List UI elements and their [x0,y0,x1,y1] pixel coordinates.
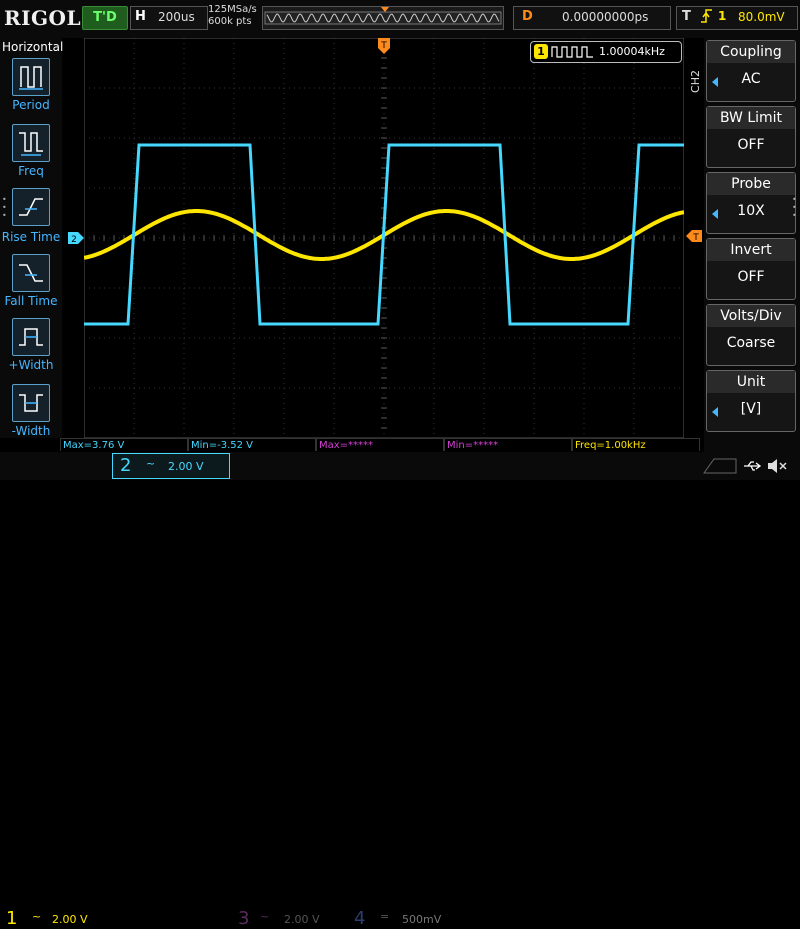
ch4-status[interactable]: 4 = 500mV [348,453,464,929]
ch1-scale: 2.00 V [52,913,88,926]
svg-text:2: 2 [71,235,77,244]
frequency-counter: 1 1.00004kHz [530,41,682,63]
period-button[interactable] [12,58,50,96]
coupling-value: AC [741,71,761,87]
trigger-position-marker[interactable]: T [377,38,391,56]
freq-button[interactable] [12,124,50,162]
timebase-value: 200us [158,10,195,24]
ch3-scale: 2.00 V [284,913,320,926]
delay-label: D [522,9,533,24]
measurement-ch1-freq: Freq=1.00kHz [572,438,700,451]
ch2-waveform [84,143,684,326]
period-label: Period [12,98,50,112]
svg-text:T: T [380,41,387,51]
page-indicator-dots: • • • [2,195,7,220]
counter-channel-badge: 1 [534,44,548,59]
invert-title: Invert [707,239,795,261]
ch1-coupling-icon: ~ [32,910,42,923]
channel-tag: CH2 [689,70,702,93]
counter-value: 1.00004kHz [599,45,665,58]
frequency-icon [19,132,43,156]
fall-time-icon [19,264,43,282]
rise-time-label: Rise Time [1,230,61,244]
right-page-dots: • • • [792,195,797,220]
unit-value: [V] [740,401,762,417]
unit-title: Unit [707,371,795,393]
volts-div-title: Volts/Div [707,305,795,327]
fall-time-button[interactable] [12,254,50,292]
probe-value: 10X [737,203,765,219]
measurement-ch3-max: Max=***** [316,438,444,451]
bw-limit-softkey[interactable]: BW Limit OFF [706,106,796,168]
speaker-muted-icon[interactable] [766,456,788,476]
memory-depth: 600k pts [208,16,252,27]
trigger-level-value: 80.0mV [738,10,785,24]
ch2-coupling-icon: ~ [146,457,156,470]
rising-edge-icon [700,8,714,28]
ch2-scale: 2.00 V [168,460,204,473]
measurement-ch2-max: Max=3.76 V [60,438,188,451]
trigger-label: T [682,9,691,24]
sample-rate: 125MSa/s [208,4,257,15]
trigger-source: 1 [718,9,727,23]
volts-div-softkey[interactable]: Volts/Div Coarse [706,304,796,366]
positive-width-button[interactable] [12,318,50,356]
delay-value: 0.00000000ps [562,10,649,24]
left-menu-title: Horizontal [2,40,64,54]
positive-width-label: +Width [8,358,54,372]
trigger-status-badge: T'D [82,6,128,30]
negative-width-icon [19,394,43,412]
svg-text:T: T [692,233,699,242]
waveform-display[interactable] [84,38,684,438]
trigger-position-mini-icon [381,7,389,12]
ch2-number: 2 [120,455,132,476]
square-pulse-icon [551,46,593,58]
period-icon [19,66,43,90]
freq-label: Freq [18,164,44,178]
ch4-number: 4 [354,908,366,929]
probe-softkey[interactable]: Probe 10X [706,172,796,234]
probe-title: Probe [707,173,795,195]
rigol-logo: RIGOL [4,6,82,30]
invert-softkey[interactable]: Invert OFF [706,238,796,300]
ch3-coupling-icon: ~ [260,910,270,923]
ch4-scale: 500mV [402,913,442,926]
positive-width-icon [19,328,43,346]
usb-icon [744,461,762,471]
trigger-level-marker[interactable]: T [686,230,702,242]
volts-div-value: Coarse [726,335,776,351]
menu-tab-icon[interactable] [700,455,740,475]
ch3-number: 3 [238,908,250,929]
horizontal-label: H [135,9,146,24]
bw-limit-value: OFF [737,137,765,153]
negative-width-label: -Width [11,424,51,438]
bw-limit-title: BW Limit [707,107,795,129]
ch4-coupling-icon: = [380,910,390,923]
ch1-number: 1 [6,908,18,929]
ch2-offset-marker[interactable]: 2 [68,232,84,244]
measurement-ch2-min: Min=-3.52 V [188,438,316,451]
waveform-overview-strip [262,6,504,30]
ch1-status[interactable]: 1 ~ 2.00 V [0,453,116,929]
coupling-title: Coupling [707,41,795,63]
measurement-ch3-min: Min=***** [444,438,572,451]
invert-value: OFF [737,269,765,285]
rise-time-button[interactable] [12,188,50,226]
ch3-status[interactable]: 3 ~ 2.00 V [232,453,348,929]
waveform-overview-icon [264,7,502,25]
fall-time-label: Fall Time [4,294,58,308]
unit-softkey[interactable]: Unit [V] [706,370,796,432]
coupling-softkey[interactable]: Coupling AC [706,40,796,102]
rise-time-icon [19,198,43,216]
negative-width-button[interactable] [12,384,50,422]
